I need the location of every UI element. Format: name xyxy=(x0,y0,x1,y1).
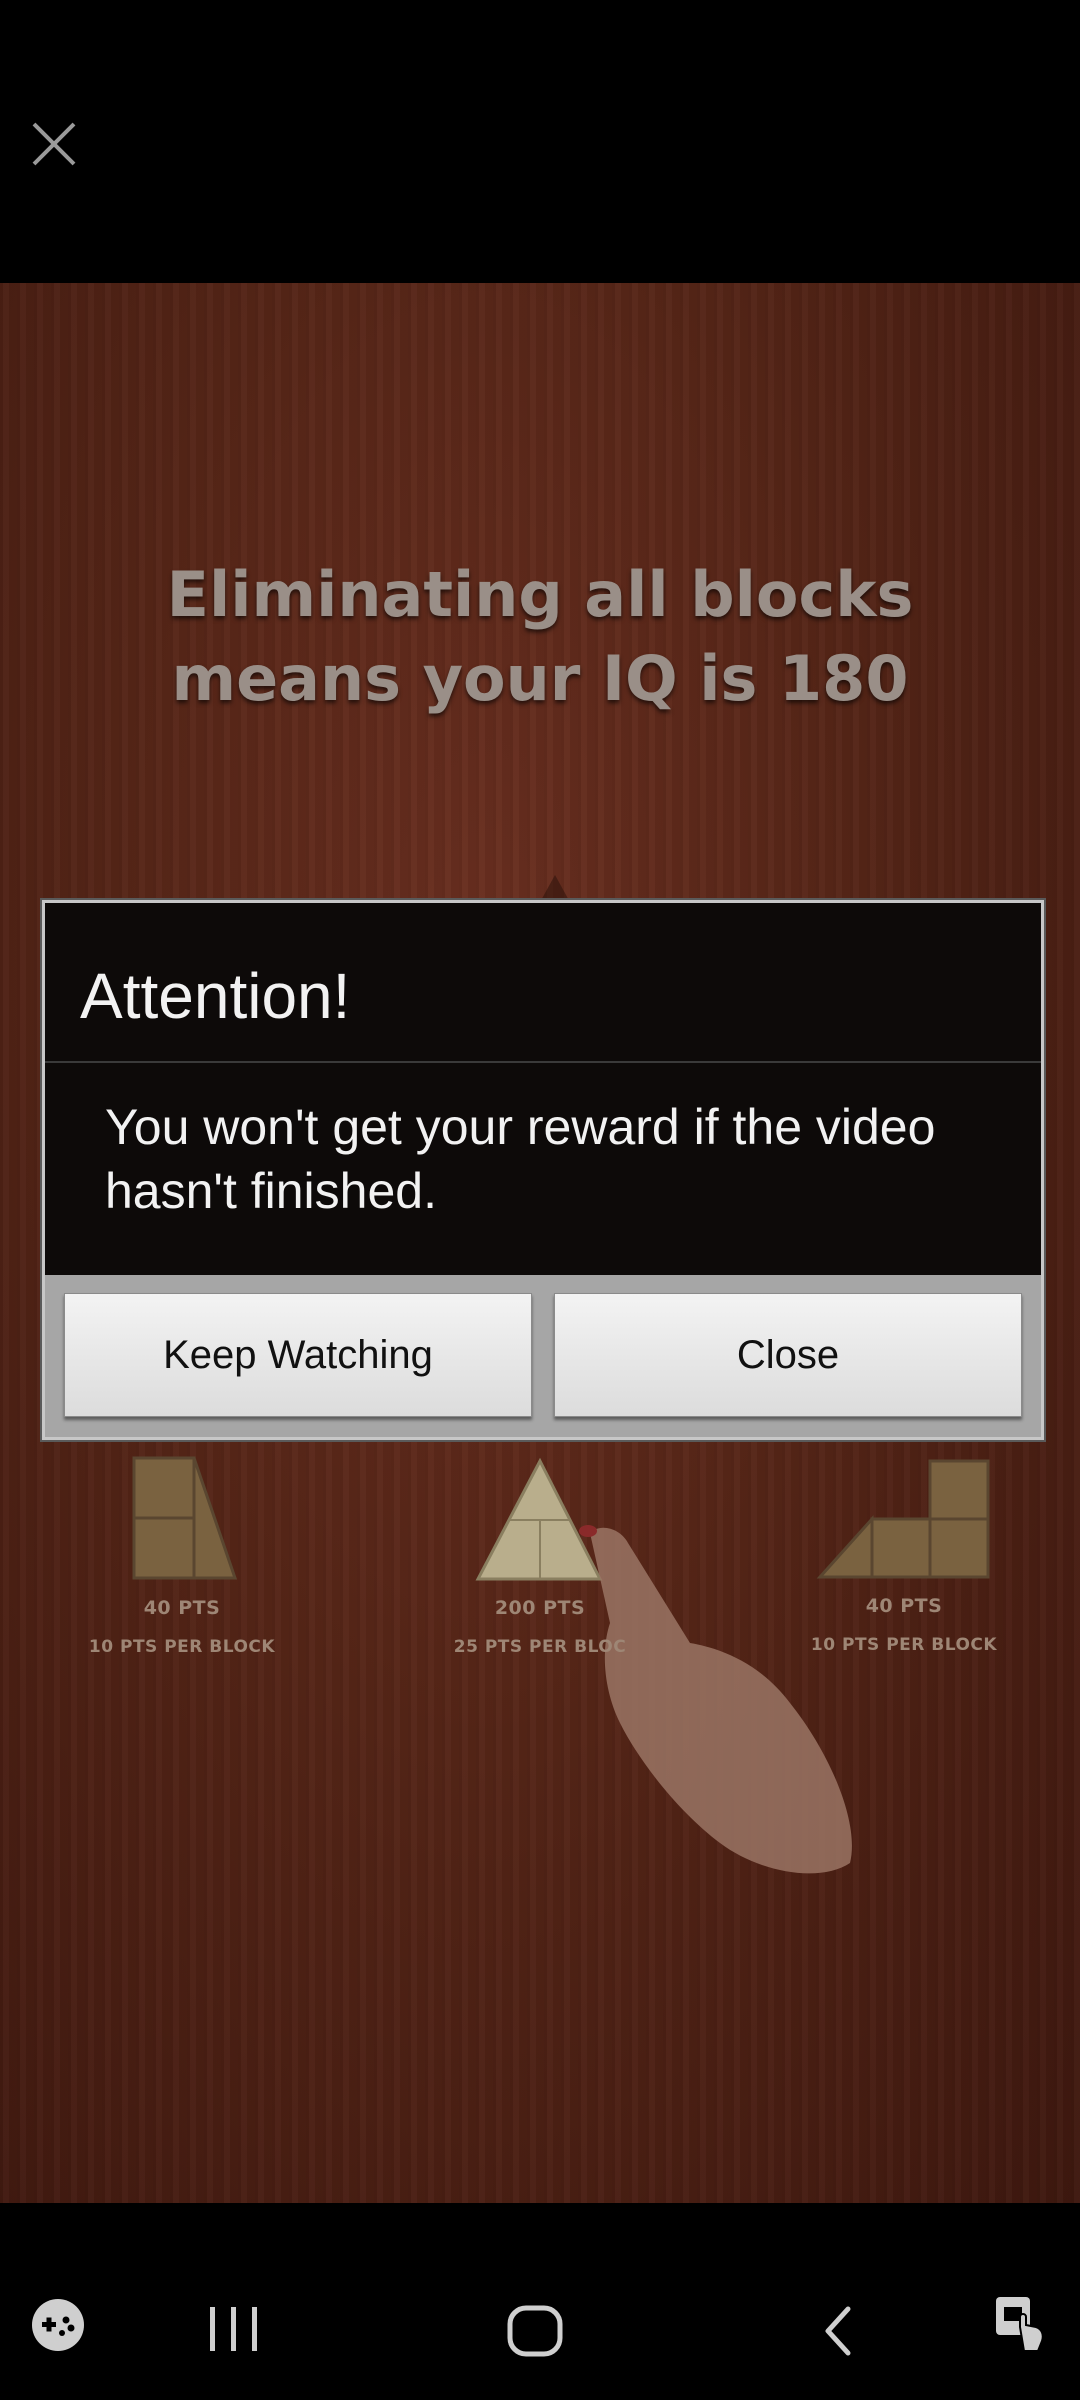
example-middle-points: 200 PTS xyxy=(494,1597,586,1619)
example-shape-right xyxy=(816,1459,990,1579)
dialog-message: You won't get your reward if the video h… xyxy=(105,1099,936,1219)
attention-dialog: Attention! You won't get your reward if … xyxy=(42,900,1044,1440)
back-icon[interactable] xyxy=(818,2303,858,2359)
example-right-per-block: 10 PTS PER BLOCK xyxy=(810,1635,998,1655)
dialog-divider xyxy=(45,1061,1041,1063)
pointing-hand-image xyxy=(579,1525,852,1874)
example-left-points: 40 PTS xyxy=(143,1597,221,1619)
example-shape-left xyxy=(132,1456,238,1580)
example-left-per-block: 10 PTS PER BLOCK xyxy=(88,1637,276,1657)
close-button[interactable]: Close xyxy=(554,1293,1022,1417)
recent-apps-icon[interactable] xyxy=(204,2303,264,2355)
close-icon[interactable] xyxy=(26,116,82,172)
example-right-points: 40 PTS xyxy=(865,1595,943,1617)
home-icon[interactable] xyxy=(505,2303,565,2359)
ad-top-bar xyxy=(0,0,1080,283)
example-shape-middle xyxy=(475,1457,603,1581)
dialog-content: Attention! You won't get your reward if … xyxy=(45,903,1041,1275)
keep-watching-button[interactable]: Keep Watching xyxy=(64,1293,532,1417)
example-middle-per-block: 25 PTS PER BLOC xyxy=(453,1637,627,1657)
system-navigation-bar xyxy=(0,2203,1080,2400)
accessibility-icon[interactable] xyxy=(990,2293,1050,2357)
game-launcher-icon[interactable] xyxy=(28,2295,88,2355)
dialog-title: Attention! xyxy=(80,960,351,1032)
